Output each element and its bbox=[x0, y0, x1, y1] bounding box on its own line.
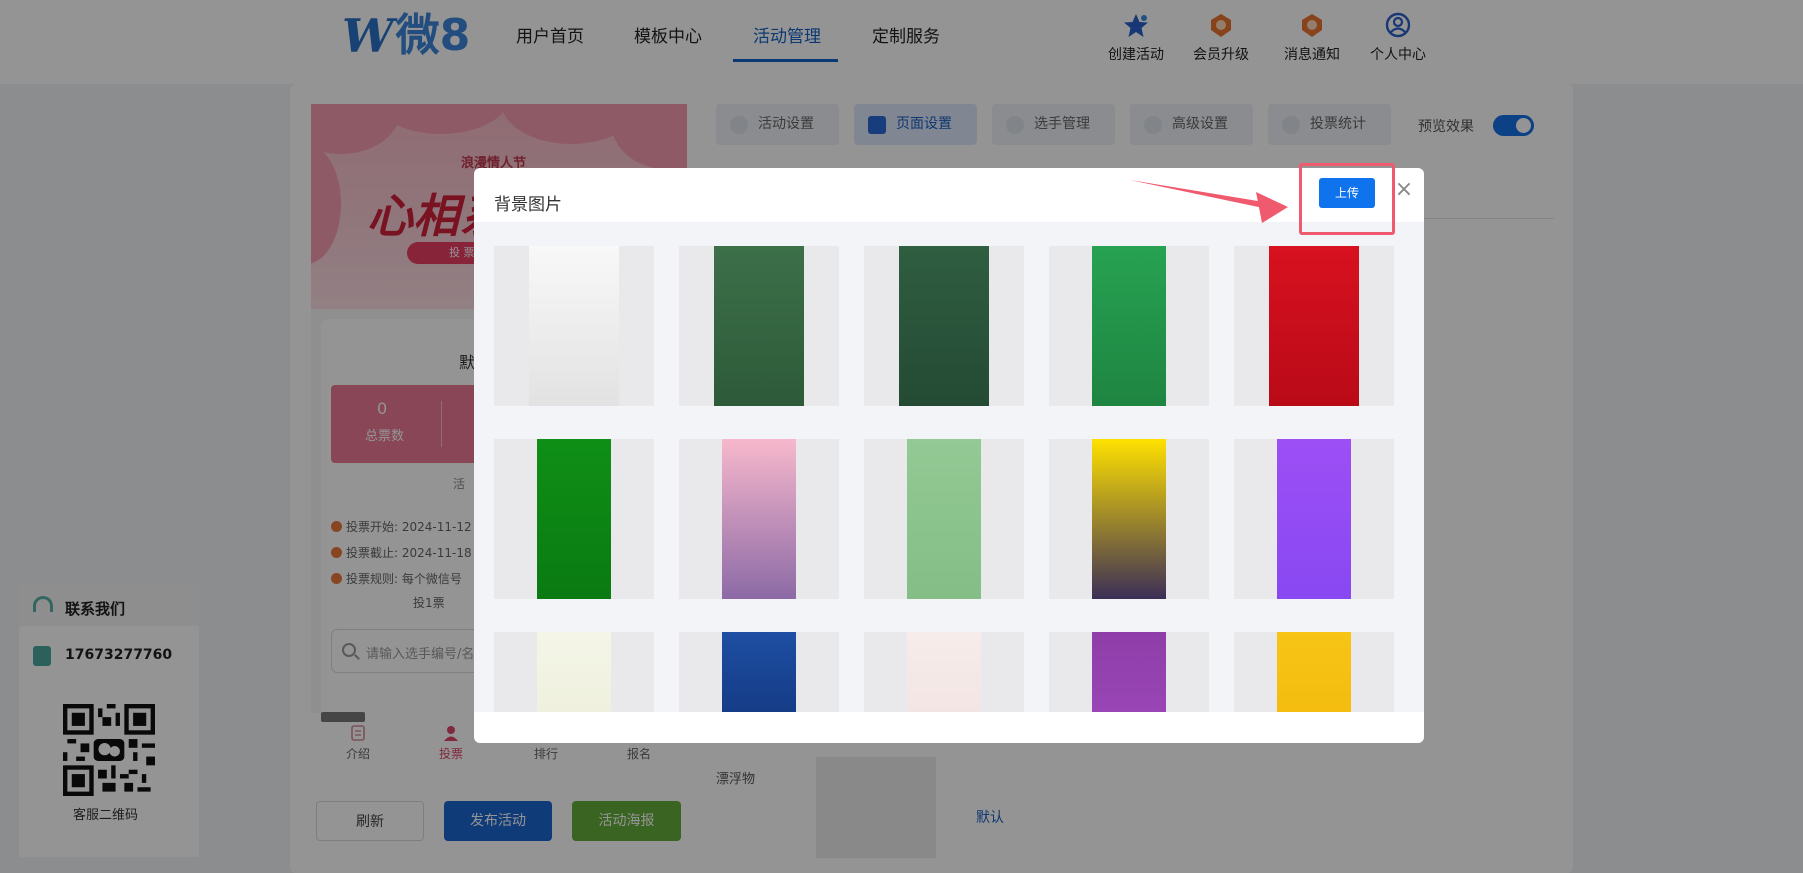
background-thumb-purple-rays[interactable] bbox=[1049, 632, 1209, 712]
background-thumb-green-leaves[interactable] bbox=[1049, 246, 1209, 406]
background-thumb-red-sparkle[interactable] bbox=[1234, 246, 1394, 406]
background-thumb-gold-yellow[interactable] bbox=[1234, 632, 1394, 712]
background-thumb-image bbox=[907, 439, 981, 599]
background-thumb-image bbox=[907, 632, 981, 712]
background-thumb-ink-wash-mist[interactable] bbox=[494, 246, 654, 406]
background-thumb-image bbox=[714, 246, 804, 406]
background-thumb-image bbox=[1269, 246, 1359, 406]
background-thumb-pink-purple-gradient[interactable] bbox=[679, 439, 839, 599]
background-thumb-image bbox=[1092, 632, 1166, 712]
background-thumb-image bbox=[1092, 439, 1166, 599]
close-icon[interactable]: × bbox=[1392, 178, 1416, 202]
annotation-highlight-box bbox=[1299, 163, 1395, 235]
background-thumb-yellow-dark-party[interactable] bbox=[1049, 439, 1209, 599]
background-thumb-image bbox=[1092, 246, 1166, 406]
background-thumb-image bbox=[537, 632, 611, 712]
background-thumb-bamboo-cream[interactable] bbox=[494, 632, 654, 712]
background-thumb-mint-floral[interactable] bbox=[864, 439, 1024, 599]
background-thumb-violet-gradient[interactable] bbox=[1234, 439, 1394, 599]
background-thumb-image bbox=[722, 632, 796, 712]
dialog-title: 背景图片 bbox=[494, 195, 562, 215]
image-grid bbox=[474, 222, 1424, 712]
background-thumb-dark-green-1[interactable] bbox=[679, 246, 839, 406]
background-thumb-dark-green-2[interactable] bbox=[864, 246, 1024, 406]
background-thumb-navy-blue[interactable] bbox=[679, 632, 839, 712]
background-thumb-blush-pink[interactable] bbox=[864, 632, 1024, 712]
background-thumb-image bbox=[722, 439, 796, 599]
background-image-dialog: 背景图片 上传 × bbox=[474, 168, 1424, 743]
background-thumb-image bbox=[1277, 632, 1351, 712]
annotation-arrow-icon bbox=[1130, 180, 1288, 223]
background-thumb-image bbox=[899, 246, 989, 406]
background-thumb-image bbox=[529, 246, 619, 406]
background-thumb-green-bamboo[interactable] bbox=[494, 439, 654, 599]
background-thumb-image bbox=[537, 439, 611, 599]
background-thumb-image bbox=[1277, 439, 1351, 599]
